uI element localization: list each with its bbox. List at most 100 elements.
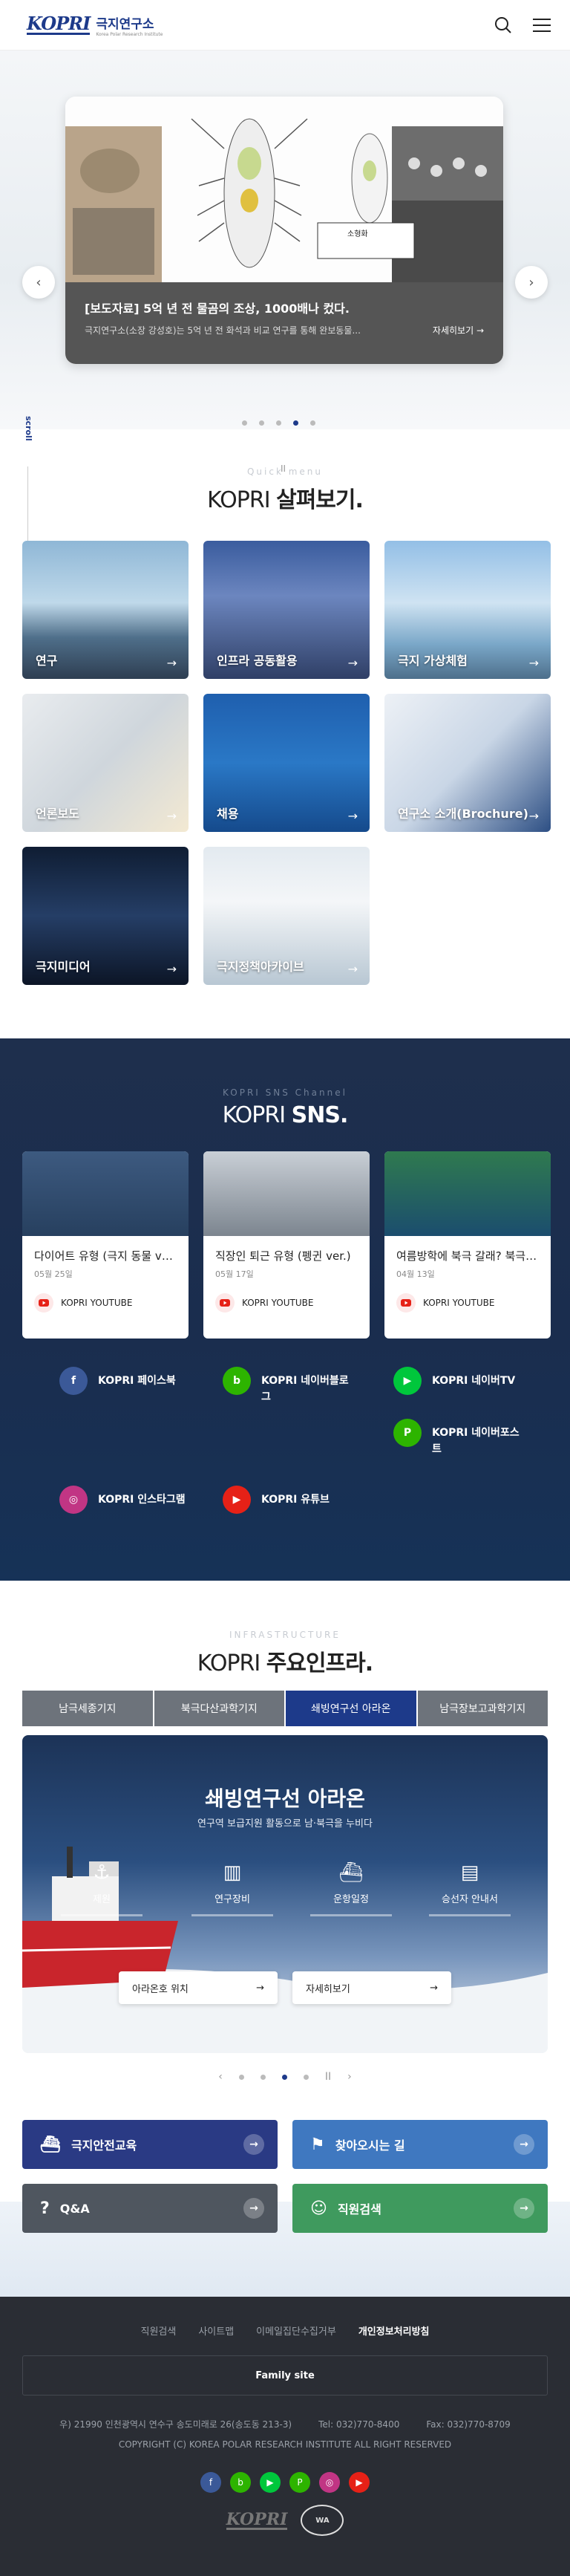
sns-card[interactable]: 직장인 퇴근 유형 (펭귄 ver.) 05월 17일 KOPRI YOUTUBE xyxy=(203,1151,370,1339)
infra-item[interactable]: ▥ 연구장비 xyxy=(191,1861,273,1916)
hero-more-link[interactable]: 자세히보기 → xyxy=(433,324,484,336)
infra-item[interactable]: ⛴ 운항일정 xyxy=(310,1861,392,1916)
footer-link[interactable]: 사이트맵 xyxy=(198,2323,234,2338)
youtube-icon xyxy=(34,1293,53,1313)
ship-icon: ⛴ xyxy=(40,2135,61,2154)
pagination-dot[interactable] xyxy=(293,420,298,426)
sns-cards: 다이어트 유형 (극지 동물 ver.) 05월 25일 KOPRI YOUTUBE… xyxy=(22,1151,551,1339)
shortcut-button[interactable]: ⚑ 찾아오시는 길 → xyxy=(292,2120,548,2169)
sns-link-label: KOPRI 네이버TV xyxy=(432,1375,516,1387)
shortcut-button-label: 직원검색 xyxy=(337,2202,381,2216)
sns-card-channel: KOPRI YOUTUBE xyxy=(242,1298,314,1308)
pagination-dot[interactable] xyxy=(259,420,264,426)
infra-item-bar xyxy=(429,1914,511,1916)
quick-card[interactable]: 연구 → xyxy=(22,541,189,679)
family-site-select[interactable]: Family site xyxy=(22,2355,548,2396)
hero-next-button[interactable]: › xyxy=(515,266,548,299)
infra-item-bar xyxy=(310,1914,392,1916)
fossil-figure-image: 소형화 xyxy=(65,97,503,282)
sns-link[interactable]: ◎ KOPRI 인스타그램 xyxy=(59,1486,187,1514)
arrow-right-icon: → xyxy=(514,2198,534,2219)
pagination-dot[interactable] xyxy=(238,2074,244,2080)
infra-tabs: 남극세종기지 북극다산과학기지 쇄빙연구선 아라온 남극장보고과학기지 xyxy=(22,1691,548,1726)
hero-prev-button[interactable]: ‹ xyxy=(22,266,55,299)
footer-sns-icon[interactable]: ◎ xyxy=(319,2472,340,2493)
sns-icon: b xyxy=(223,1367,251,1395)
arrow-right-icon: → xyxy=(243,2134,264,2155)
figure-label: 소형화 xyxy=(347,230,368,238)
sns-link[interactable]: ▶ KOPRI 네이버TV xyxy=(393,1367,521,1395)
footer-link[interactable]: 직원검색 xyxy=(140,2323,176,2338)
hero-caption-title: [보도자료] 5억 년 전 물곰의 조상, 1000배나 컸다. xyxy=(85,302,350,316)
sns-link-label: KOPRI 인스타그램 xyxy=(98,1494,186,1506)
araon-location-button[interactable]: 아라온호 위치 → xyxy=(119,1971,278,2004)
footer-sns-icon[interactable]: f xyxy=(200,2472,221,2493)
site-header: KOPRI 극지연구소 Korea Polar Research Institu… xyxy=(0,0,570,51)
footer-sns-icon[interactable]: ▶ xyxy=(260,2472,281,2493)
hero-slide[interactable]: 소형화 [보도자료] 5억 년 전 물곰의 조상, 1000배나 컸다. 극지연… xyxy=(65,97,503,364)
infra-tab[interactable]: 북극다산과학기지 xyxy=(154,1691,284,1726)
footer-links: 직원검색 사이트맵 이메일집단수집거부 개인정보처리방침 xyxy=(0,2297,570,2338)
quick-card[interactable]: 언론보도 → xyxy=(22,694,189,832)
pagination-dot[interactable] xyxy=(276,420,281,426)
site-logo[interactable]: KOPRI 극지연구소 Korea Polar Research Institu… xyxy=(27,13,163,37)
sns-card-channel: KOPRI YOUTUBE xyxy=(423,1298,495,1308)
footer-link[interactable]: 개인정보처리방침 xyxy=(358,2323,430,2338)
footer-sns-icon[interactable]: P xyxy=(289,2472,310,2493)
quick-card[interactable]: 극지 가상체험 → xyxy=(384,541,551,679)
pagination-dot[interactable] xyxy=(310,420,315,426)
infra-item[interactable]: ⚓ 제원 xyxy=(61,1861,142,1916)
infra-item[interactable]: ▤ 승선자 안내서 xyxy=(429,1861,511,1916)
footer-kopri-logo: KOPRI xyxy=(226,2509,288,2530)
sns-icon: f xyxy=(59,1367,88,1395)
sns-link[interactable]: f KOPRI 페이스북 xyxy=(59,1367,187,1395)
footer-sns-icon[interactable]: ▶ xyxy=(349,2472,370,2493)
quick-card[interactable]: 극지정책아카이브 → xyxy=(203,847,370,985)
sns-icon: ▶ xyxy=(393,1367,422,1395)
logo-mark: KOPRI xyxy=(27,13,91,35)
sns-link[interactable]: b KOPRI 네이버블로그 xyxy=(223,1367,350,1405)
infra-tab[interactable]: 남극세종기지 xyxy=(22,1691,153,1726)
pause-button[interactable]: II xyxy=(325,2071,331,2083)
pagination-dot[interactable] xyxy=(242,420,247,426)
footer-link[interactable]: 이메일집단수집거부 xyxy=(256,2323,336,2338)
shortcut-button[interactable]: ☺ 직원검색 → xyxy=(292,2184,548,2233)
chevron-left-icon: ‹ xyxy=(36,274,42,290)
infra-eyebrow: INFRASTRUCTURE xyxy=(229,1630,341,1640)
quick-card[interactable]: 채용 → xyxy=(203,694,370,832)
sns-link[interactable]: P KOPRI 네이버포스트 xyxy=(393,1419,521,1457)
pagination-dot[interactable] xyxy=(303,2074,309,2080)
quick-grid: 연구 → 인프라 공동활용 → 극지 가상체험 → 언론보도 → 채용 → 연구소 소개(Broch… xyxy=(22,541,551,985)
shortcut-button-label: 극지안전교육 xyxy=(71,2138,137,2153)
quick-card-label: 극지정책아카이브 xyxy=(217,960,304,974)
arrow-right-icon: → xyxy=(243,2198,264,2219)
pagination-dot[interactable] xyxy=(260,2074,266,2080)
sns-card[interactable]: 다이어트 유형 (극지 동물 ver.) 05월 25일 KOPRI YOUTUBE xyxy=(22,1151,189,1339)
hero-slider: 소형화 [보도자료] 5억 년 전 물곰의 조상, 1000배나 컸다. 극지연… xyxy=(0,51,570,548)
video-thumbnail xyxy=(384,1151,551,1236)
infra-tab[interactable]: 남극장보고과학기지 xyxy=(417,1691,548,1726)
sns-link[interactable]: ▶ KOPRI 유튜브 xyxy=(223,1486,350,1514)
sns-card-channel: KOPRI YOUTUBE xyxy=(61,1298,133,1308)
infra-tab[interactable]: 쇄빙연구선 아라온 xyxy=(286,1691,416,1726)
shortcut-button[interactable]: ? Q&A → xyxy=(22,2184,278,2233)
chevron-right-icon[interactable]: › xyxy=(347,2071,352,2083)
sns-card-date: 05월 17일 xyxy=(215,1269,254,1279)
shortcut-button[interactable]: ⛴ 극지안전교육 → xyxy=(22,2120,278,2169)
infra-item-icon: ⚓ xyxy=(93,1861,111,1884)
infra-panel: 쇄빙연구선 아라온 연구역 보급지원 활동으로 남·북극을 누비다 ⚓ 제원 ▥ 연구… xyxy=(22,1735,548,2053)
quick-card[interactable]: 극지미디어 → xyxy=(22,847,189,985)
hero-caption-desc: 극지연구소(소장 강성호)는 5억 년 전 화석과 비교 연구를 통해 완보동물… xyxy=(85,325,361,336)
quick-card[interactable]: 연구소 소개(Brochure) → xyxy=(384,694,551,832)
quick-card[interactable]: 인프라 공동활용 → xyxy=(203,541,370,679)
footer-address: 우) 21990 인천광역시 연수구 송도미래로 26(송도동 213-3) Te… xyxy=(59,2419,511,2430)
infra-more-button[interactable]: 자세히보기 → xyxy=(292,1971,451,2004)
footer-logos: KOPRI WA xyxy=(0,2505,570,2536)
pagination-dot[interactable] xyxy=(281,2074,287,2080)
search-icon[interactable] xyxy=(493,15,514,36)
sns-link-label: KOPRI 네이버포스트 xyxy=(432,1427,520,1455)
sns-card[interactable]: 여름방학에 북극 갈래? 북극 연구 04월 13일 KOPRI YOUTUBE xyxy=(384,1151,551,1339)
chevron-left-icon[interactable]: ‹ xyxy=(218,2071,223,2083)
footer-sns-icon[interactable]: b xyxy=(230,2472,251,2493)
menu-icon[interactable] xyxy=(531,15,552,36)
